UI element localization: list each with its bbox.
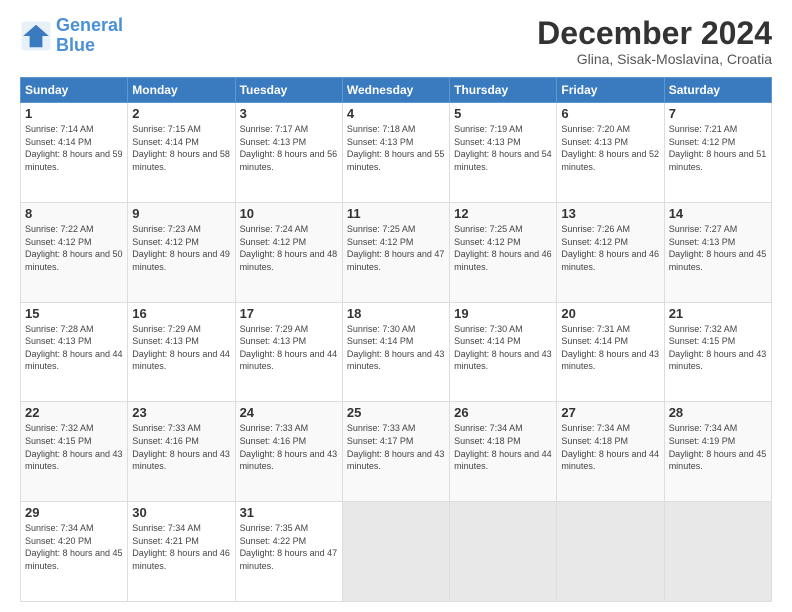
page: General Blue December 2024 Glina, Sisak-… [0, 0, 792, 612]
day-24: 24 Sunrise: 7:33 AMSunset: 4:16 PMDaylig… [235, 402, 342, 502]
calendar-row-5: 29 Sunrise: 7:34 AMSunset: 4:20 PMDaylig… [21, 502, 772, 602]
logo-icon [20, 20, 52, 52]
calendar-header-row: Sunday Monday Tuesday Wednesday Thursday… [21, 78, 772, 103]
day-28: 28 Sunrise: 7:34 AMSunset: 4:19 PMDaylig… [664, 402, 771, 502]
day-9: 9 Sunrise: 7:23 AMSunset: 4:12 PMDayligh… [128, 202, 235, 302]
day-25: 25 Sunrise: 7:33 AMSunset: 4:17 PMDaylig… [342, 402, 449, 502]
logo-text: General Blue [56, 16, 123, 56]
empty-cell-4 [664, 502, 771, 602]
col-saturday: Saturday [664, 78, 771, 103]
empty-cell-1 [342, 502, 449, 602]
day-13: 13 Sunrise: 7:26 AMSunset: 4:12 PMDaylig… [557, 202, 664, 302]
day-21: 21 Sunrise: 7:32 AMSunset: 4:15 PMDaylig… [664, 302, 771, 402]
col-thursday: Thursday [450, 78, 557, 103]
day-16: 16 Sunrise: 7:29 AMSunset: 4:13 PMDaylig… [128, 302, 235, 402]
empty-cell-3 [557, 502, 664, 602]
day-19: 19 Sunrise: 7:30 AMSunset: 4:14 PMDaylig… [450, 302, 557, 402]
day-6: 6 Sunrise: 7:20 AMSunset: 4:13 PMDayligh… [557, 103, 664, 203]
day-26: 26 Sunrise: 7:34 AMSunset: 4:18 PMDaylig… [450, 402, 557, 502]
day-10: 10 Sunrise: 7:24 AMSunset: 4:12 PMDaylig… [235, 202, 342, 302]
empty-cell-2 [450, 502, 557, 602]
day-7: 7 Sunrise: 7:21 AMSunset: 4:12 PMDayligh… [664, 103, 771, 203]
day-12: 12 Sunrise: 7:25 AMSunset: 4:12 PMDaylig… [450, 202, 557, 302]
day-17: 17 Sunrise: 7:29 AMSunset: 4:13 PMDaylig… [235, 302, 342, 402]
day-5: 5 Sunrise: 7:19 AMSunset: 4:13 PMDayligh… [450, 103, 557, 203]
day-15: 15 Sunrise: 7:28 AMSunset: 4:13 PMDaylig… [21, 302, 128, 402]
day-3: 3 Sunrise: 7:17 AMSunset: 4:13 PMDayligh… [235, 103, 342, 203]
col-wednesday: Wednesday [342, 78, 449, 103]
day-31: 31 Sunrise: 7:35 AMSunset: 4:22 PMDaylig… [235, 502, 342, 602]
day-23: 23 Sunrise: 7:33 AMSunset: 4:16 PMDaylig… [128, 402, 235, 502]
day-8: 8 Sunrise: 7:22 AMSunset: 4:12 PMDayligh… [21, 202, 128, 302]
calendar-table: Sunday Monday Tuesday Wednesday Thursday… [20, 77, 772, 602]
day-2: 2 Sunrise: 7:15 AMSunset: 4:14 PMDayligh… [128, 103, 235, 203]
calendar-row-3: 15 Sunrise: 7:28 AMSunset: 4:13 PMDaylig… [21, 302, 772, 402]
location-subtitle: Glina, Sisak-Moslavina, Croatia [537, 51, 772, 67]
title-area: December 2024 Glina, Sisak-Moslavina, Cr… [537, 16, 772, 67]
day-18: 18 Sunrise: 7:30 AMSunset: 4:14 PMDaylig… [342, 302, 449, 402]
day-4: 4 Sunrise: 7:18 AMSunset: 4:13 PMDayligh… [342, 103, 449, 203]
logo: General Blue [20, 16, 123, 56]
col-monday: Monday [128, 78, 235, 103]
logo-line1: General [56, 15, 123, 35]
day-22: 22 Sunrise: 7:32 AMSunset: 4:15 PMDaylig… [21, 402, 128, 502]
calendar-row-1: 1 Sunrise: 7:14 AMSunset: 4:14 PMDayligh… [21, 103, 772, 203]
day-29: 29 Sunrise: 7:34 AMSunset: 4:20 PMDaylig… [21, 502, 128, 602]
day-20: 20 Sunrise: 7:31 AMSunset: 4:14 PMDaylig… [557, 302, 664, 402]
month-title: December 2024 [537, 16, 772, 51]
day-11: 11 Sunrise: 7:25 AMSunset: 4:12 PMDaylig… [342, 202, 449, 302]
col-friday: Friday [557, 78, 664, 103]
day-14: 14 Sunrise: 7:27 AMSunset: 4:13 PMDaylig… [664, 202, 771, 302]
day-30: 30 Sunrise: 7:34 AMSunset: 4:21 PMDaylig… [128, 502, 235, 602]
col-sunday: Sunday [21, 78, 128, 103]
header: General Blue December 2024 Glina, Sisak-… [20, 16, 772, 67]
day-1: 1 Sunrise: 7:14 AMSunset: 4:14 PMDayligh… [21, 103, 128, 203]
logo-line2: Blue [56, 35, 95, 55]
day-27: 27 Sunrise: 7:34 AMSunset: 4:18 PMDaylig… [557, 402, 664, 502]
col-tuesday: Tuesday [235, 78, 342, 103]
calendar-row-4: 22 Sunrise: 7:32 AMSunset: 4:15 PMDaylig… [21, 402, 772, 502]
calendar-row-2: 8 Sunrise: 7:22 AMSunset: 4:12 PMDayligh… [21, 202, 772, 302]
